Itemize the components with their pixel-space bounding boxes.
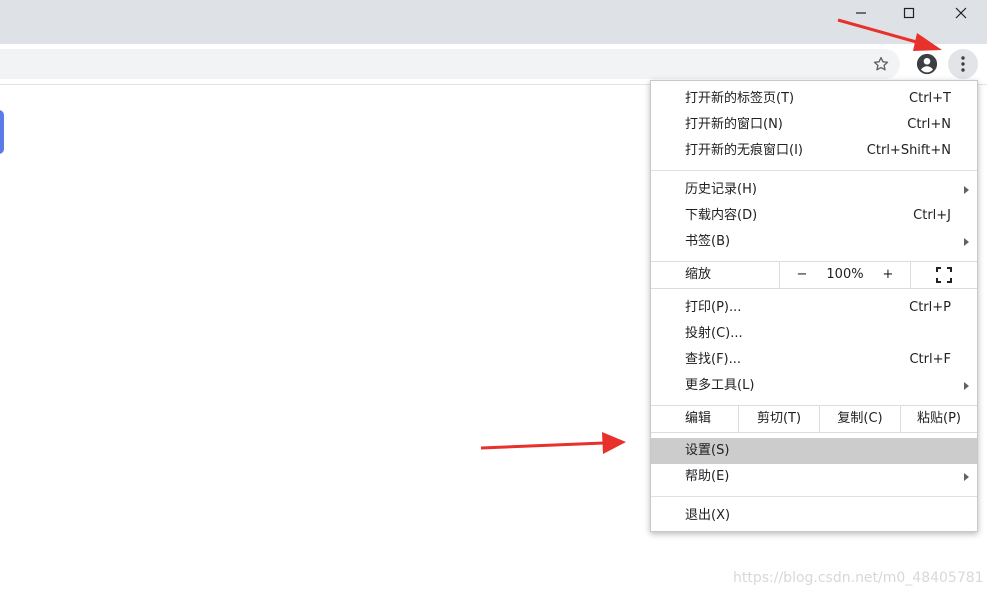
maximize-icon bbox=[903, 7, 915, 19]
main-menu-dropdown: 打开新的标签页(T) Ctrl+T 打开新的窗口(N) Ctrl+N 打开新的无… bbox=[650, 80, 978, 532]
menu-item-shortcut: Ctrl+F bbox=[909, 352, 951, 367]
menu-item-help[interactable]: 帮助(E) bbox=[651, 464, 977, 490]
arrow-to-settings-icon bbox=[480, 432, 626, 454]
menu-item-more-tools[interactable]: 更多工具(L) bbox=[651, 373, 977, 399]
menu-item-settings[interactable]: 设置(S) bbox=[651, 438, 977, 464]
menu-item-shortcut: Ctrl+P bbox=[909, 300, 951, 315]
menu-item-new-incognito-window[interactable]: 打开新的无痕窗口(I) Ctrl+Shift+N bbox=[651, 138, 977, 164]
menu-item-shortcut: Ctrl+Shift+N bbox=[866, 143, 951, 158]
menu-item-shortcut: Ctrl+N bbox=[907, 117, 951, 132]
maximize-button[interactable] bbox=[886, 0, 932, 26]
menu-item-label: 设置(S) bbox=[685, 443, 730, 458]
account-circle-icon bbox=[916, 53, 938, 75]
submenu-arrow-icon bbox=[964, 473, 969, 481]
minimize-icon bbox=[855, 7, 867, 19]
menu-item-label: 帮助(E) bbox=[685, 469, 730, 484]
fullscreen-button[interactable] bbox=[911, 262, 977, 288]
star-icon bbox=[872, 55, 890, 73]
menu-item-label: 打开新的无痕窗口(I) bbox=[685, 143, 803, 158]
menu-item-print[interactable]: 打印(P)... Ctrl+P bbox=[651, 295, 977, 321]
menu-item-label: 打开新的标签页(T) bbox=[685, 91, 795, 106]
submenu-arrow-icon bbox=[964, 186, 969, 194]
menu-item-bookmarks[interactable]: 书签(B) bbox=[651, 229, 977, 255]
zoom-label: 缩放 bbox=[651, 262, 780, 288]
minimize-button[interactable] bbox=[838, 0, 884, 26]
menu-item-shortcut: Ctrl+T bbox=[909, 91, 951, 106]
profile-button[interactable] bbox=[912, 49, 942, 79]
cut-button[interactable]: 剪切(T) bbox=[739, 406, 820, 432]
bookmark-star-button[interactable] bbox=[866, 49, 896, 79]
menu-item-history[interactable]: 历史记录(H) bbox=[651, 177, 977, 203]
toolbar bbox=[0, 44, 987, 85]
page-accent-tab bbox=[0, 110, 4, 154]
menu-separator bbox=[651, 170, 977, 171]
zoom-row: 缩放 − 100% + bbox=[651, 261, 977, 289]
zoom-level: 100% bbox=[826, 267, 864, 282]
main-menu-button[interactable] bbox=[948, 49, 978, 79]
menu-separator bbox=[651, 496, 977, 497]
zoom-out-button[interactable]: − bbox=[780, 262, 824, 288]
edit-row: 编辑 剪切(T) 复制(C) 粘贴(P) bbox=[651, 405, 977, 433]
menu-item-label: 更多工具(L) bbox=[685, 378, 755, 393]
menu-item-label: 打印(P)... bbox=[685, 300, 742, 315]
close-icon bbox=[955, 7, 967, 19]
submenu-arrow-icon bbox=[964, 382, 969, 390]
menu-item-downloads[interactable]: 下载内容(D) Ctrl+J bbox=[651, 203, 977, 229]
zoom-in-button[interactable]: + bbox=[866, 262, 911, 288]
menu-item-label: 投射(C)... bbox=[685, 326, 743, 341]
watermark: https://blog.csdn.net/m0_48405781 bbox=[733, 570, 984, 586]
submenu-arrow-icon bbox=[964, 238, 969, 246]
menu-item-shortcut: Ctrl+J bbox=[913, 208, 951, 223]
address-bar[interactable] bbox=[0, 49, 900, 79]
paste-button[interactable]: 粘贴(P) bbox=[901, 406, 977, 432]
menu-item-label: 下载内容(D) bbox=[685, 208, 758, 223]
copy-button[interactable]: 复制(C) bbox=[820, 406, 901, 432]
menu-item-label: 查找(F)... bbox=[685, 352, 742, 367]
menu-item-new-tab[interactable]: 打开新的标签页(T) Ctrl+T bbox=[651, 86, 977, 112]
close-button[interactable] bbox=[938, 0, 984, 26]
menu-item-exit[interactable]: 退出(X) bbox=[651, 503, 977, 529]
title-bar bbox=[0, 0, 987, 44]
menu-item-label: 退出(X) bbox=[685, 508, 731, 523]
kebab-menu-icon bbox=[961, 56, 965, 72]
menu-item-label: 书签(B) bbox=[685, 234, 731, 249]
fullscreen-icon bbox=[936, 267, 952, 283]
edit-label: 编辑 bbox=[651, 406, 739, 432]
menu-item-find[interactable]: 查找(F)... Ctrl+F bbox=[651, 347, 977, 373]
menu-item-label: 历史记录(H) bbox=[685, 182, 757, 197]
menu-item-label: 打开新的窗口(N) bbox=[685, 117, 783, 132]
menu-item-new-window[interactable]: 打开新的窗口(N) Ctrl+N bbox=[651, 112, 977, 138]
menu-item-cast[interactable]: 投射(C)... bbox=[651, 321, 977, 347]
